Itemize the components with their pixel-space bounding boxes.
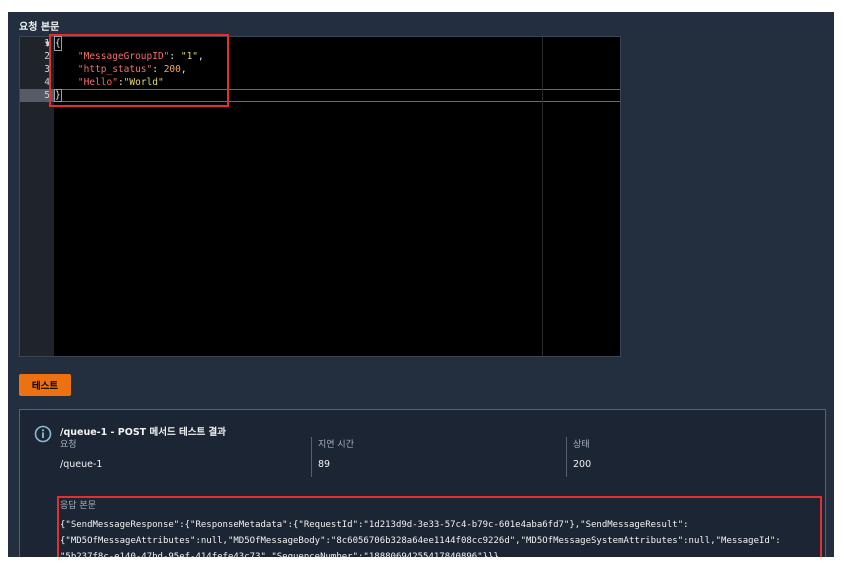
request-value: /queue-1 [60,459,103,470]
latency-label: 지연 시간 [318,440,354,450]
request-column: 요청 /queue-1 [60,437,310,477]
request-body-label: 요청 본문 [19,22,60,33]
status-column: 상태 200 [566,437,813,477]
request-label: 요청 [60,440,77,450]
latency-value: 89 [318,459,331,470]
line-number: 3 [44,64,50,75]
response-highlight-box [57,496,822,557]
latency-column: 지연 시간 89 [311,437,568,477]
line-number: 1 [44,38,50,49]
request-highlight-box [49,34,229,107]
status-value: 200 [573,459,592,470]
info-icon [34,425,52,443]
test-result-panel: /queue-1 - POST 메서드 테스트 결과 요청 /queue-1 지… [19,409,826,557]
api-test-panel: 요청 본문 ▼ 1 2 3 4 5 { "MessageGroupID": "1… [8,12,834,557]
test-button[interactable]: 테스트 [19,374,71,396]
status-label: 상태 [573,440,590,450]
print-margin [542,37,543,356]
line-number: 2 [44,51,50,62]
result-title: /queue-1 - POST 메서드 테스트 결과 [60,427,226,438]
line-number: 4 [44,77,50,88]
